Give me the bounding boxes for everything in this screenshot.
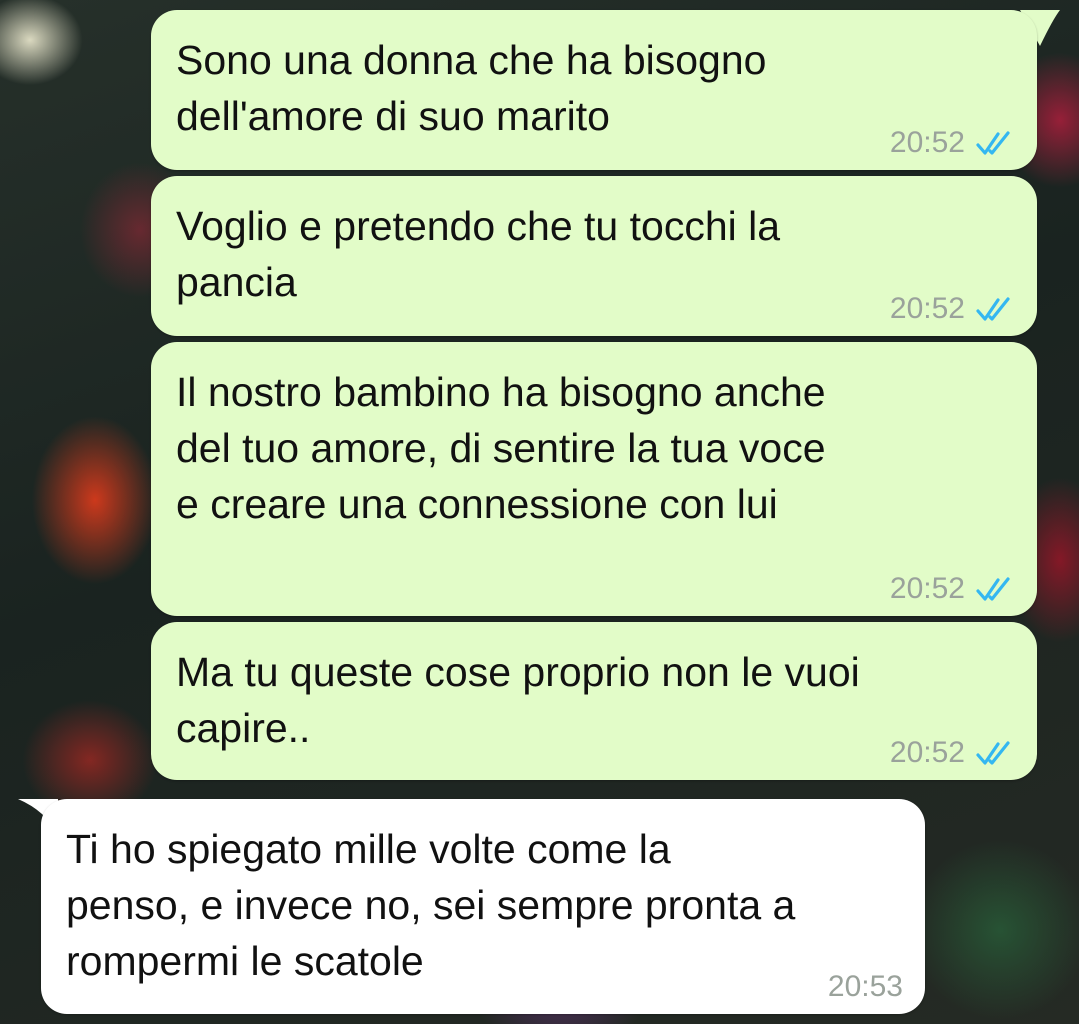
message-text: Ti ho spiegato mille volte come la penso… [66, 826, 796, 984]
message-text: Ma tu queste cose proprio non le vuoi ca… [176, 649, 860, 751]
message-meta: 20:53 [828, 970, 903, 1004]
message-meta: 20:52 [890, 126, 1015, 160]
message-timestamp: 20:53 [827, 970, 903, 1003]
message-timestamp: 20:52 [889, 126, 965, 159]
double-check-icon [976, 577, 1010, 601]
message-timestamp: 20:52 [889, 572, 965, 605]
message-meta: 20:52 [890, 292, 1015, 326]
message-text: Sono una donna che ha bisogno dell'amore… [176, 37, 767, 139]
double-check-icon [976, 131, 1010, 155]
double-check-icon [976, 297, 1010, 321]
message-text: Voglio e pretendo che tu tocchi la panci… [176, 203, 781, 305]
message-bubble-outgoing[interactable]: Ma tu queste cose proprio non le vuoi ca… [151, 622, 1037, 780]
double-check-icon [976, 741, 1010, 765]
message-meta: 20:52 [890, 572, 1015, 606]
message-bubble-outgoing[interactable]: Sono una donna che ha bisogno dell'amore… [151, 10, 1037, 170]
message-timestamp: 20:52 [889, 736, 965, 769]
message-bubble-outgoing[interactable]: Il nostro bambino ha bisogno anche del t… [151, 342, 1037, 616]
message-bubble-outgoing[interactable]: Voglio e pretendo che tu tocchi la panci… [151, 176, 1037, 336]
message-meta: 20:52 [890, 736, 1015, 770]
message-bubble-incoming[interactable]: Ti ho spiegato mille volte come la penso… [41, 799, 925, 1014]
message-text: Il nostro bambino ha bisogno anche del t… [176, 369, 826, 527]
message-timestamp: 20:52 [889, 292, 965, 325]
